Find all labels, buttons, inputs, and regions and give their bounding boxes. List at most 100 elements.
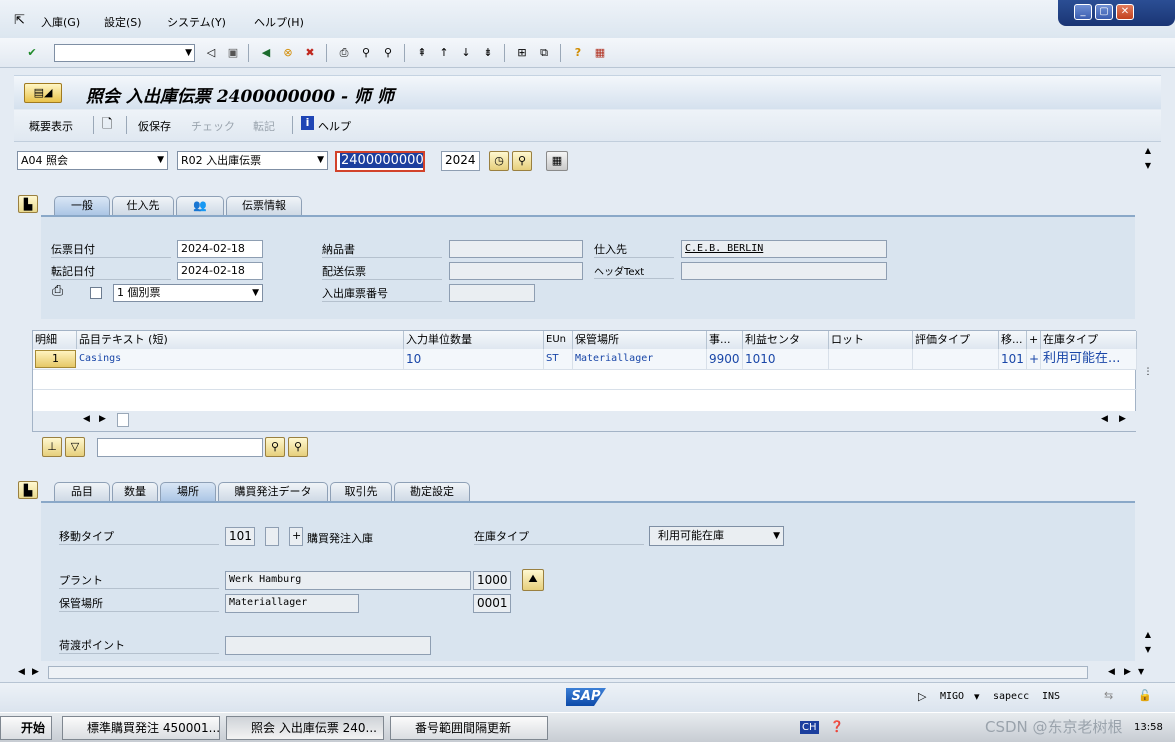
search-icon[interactable]: ⚲	[512, 151, 532, 171]
collapse-header-icon[interactable]: ▙	[18, 195, 38, 213]
chevron-down-icon[interactable]: ▼	[185, 45, 192, 61]
layout-icon[interactable]: ▦	[592, 45, 608, 61]
grid-header[interactable]: 品目テキスト (短)	[77, 331, 404, 349]
year-input[interactable]: 2024	[441, 151, 480, 171]
exit-icon[interactable]: ⊗	[280, 45, 296, 61]
sloc-field[interactable]: 0001	[473, 594, 511, 613]
unloading-point-field[interactable]	[225, 636, 431, 655]
grid-cell[interactable]: +	[1027, 349, 1041, 369]
execute-icon[interactable]: ◷	[489, 151, 509, 171]
grid-cell[interactable]: ST	[544, 349, 573, 369]
grid-cell[interactable]: Casings	[77, 349, 404, 369]
ime-help-icon[interactable]: ❓	[830, 720, 844, 733]
screen-menu-icon[interactable]: ▤◢	[24, 83, 62, 103]
scroll-right-icon[interactable]: ▶	[99, 414, 106, 424]
back-icon[interactable]: ◀	[258, 45, 274, 61]
shortcut-icon[interactable]: ⧉	[536, 45, 552, 61]
scroll-right-icon[interactable]: ▶	[32, 667, 39, 677]
tcode-dropdown-icon[interactable]: ▾	[974, 690, 980, 703]
new-doc-icon[interactable]: 🗋	[102, 115, 112, 137]
print-checkbox[interactable]	[90, 287, 102, 299]
grid-cell[interactable]: 利用可能在...	[1041, 349, 1137, 369]
scroll-thumb[interactable]	[48, 666, 1088, 679]
tab-doc-info[interactable]: 伝票情報	[226, 196, 302, 216]
grid-header[interactable]: 明細	[33, 331, 77, 349]
tab-account[interactable]: 勘定設定	[394, 482, 470, 502]
table-row[interactable]: 1 Casings 10 ST Materiallager 9900 1010 …	[33, 349, 1137, 369]
find-icon[interactable]: ⚲	[358, 45, 374, 61]
tab-material[interactable]: 品目	[54, 482, 110, 502]
menu-help[interactable]: ヘルプ(H)	[254, 14, 304, 30]
next-page-icon[interactable]: ↓	[458, 45, 474, 61]
action-select[interactable]: A04 照会 ▼	[17, 151, 168, 170]
grid-cell[interactable]: 1010	[743, 349, 829, 369]
find-next-icon[interactable]: ⚲	[288, 437, 308, 457]
scroll-thumb[interactable]	[117, 413, 129, 427]
gr-slip-field[interactable]	[449, 284, 535, 302]
menu-icon[interactable]: ⇱	[14, 13, 25, 28]
tab-po-data[interactable]: 購買発注データ	[218, 482, 328, 502]
delivery-note-field[interactable]	[449, 240, 583, 258]
grid-cell[interactable]: 10	[404, 349, 544, 369]
start-button[interactable]: 开始	[0, 716, 52, 740]
language-indicator[interactable]: CH	[800, 721, 819, 734]
task-number-range[interactable]: 番号範囲間隔更新	[390, 716, 548, 740]
scrollbar[interactable]: ▲ ▼	[1140, 146, 1156, 182]
post-button[interactable]: 転記	[253, 118, 275, 134]
save-icon[interactable]: ▣	[225, 45, 241, 61]
grid-header[interactable]: 入力単位数量	[404, 331, 544, 349]
item-number-button[interactable]: 1	[35, 350, 76, 368]
horizontal-scrollbar[interactable]: ◀ ▶ ◀ ▶ ▼	[14, 665, 1161, 681]
table-row[interactable]	[33, 369, 1137, 389]
grid-search-input[interactable]	[97, 438, 263, 457]
chevron-down-icon[interactable]: ▼	[317, 152, 324, 169]
bill-of-lading-field[interactable]	[449, 262, 583, 280]
grid-header[interactable]: +	[1027, 331, 1041, 349]
scroll-left-icon[interactable]: ◀	[83, 414, 90, 424]
chevron-down-icon[interactable]: ▼	[252, 285, 259, 301]
address-icon[interactable]: ⛰	[522, 569, 544, 591]
tab-vendor[interactable]: 仕入先	[112, 196, 174, 216]
mvt-indicator-field[interactable]	[265, 527, 279, 546]
grid-cell[interactable]	[829, 349, 913, 369]
grid-header[interactable]: 移...	[999, 331, 1027, 349]
scroll-left-icon[interactable]: ◀	[1101, 414, 1108, 424]
task-gr-display[interactable]: 照会 入出庫伝票 240...	[226, 716, 384, 740]
grid-header[interactable]: 在庫タイプ	[1041, 331, 1137, 349]
hold-button[interactable]: 仮保存	[138, 118, 171, 134]
new-session-icon[interactable]: ⊞	[514, 45, 530, 61]
filter-icon[interactable]: ▽	[65, 437, 85, 457]
check-button[interactable]: チェック	[191, 118, 235, 134]
grid-header[interactable]: 保管場所	[573, 331, 707, 349]
restore-icon[interactable]: ▢	[1095, 4, 1113, 20]
enter-icon[interactable]: ✔	[24, 45, 40, 61]
prev-page-icon[interactable]: ↑	[436, 45, 452, 61]
summary-button[interactable]: 概要表示	[29, 118, 73, 134]
table-icon[interactable]: ▦	[546, 151, 568, 171]
scrollbar[interactable]: ▲ ▼	[1140, 630, 1156, 666]
grid-cell[interactable]	[913, 349, 999, 369]
find-icon[interactable]: ⚲	[265, 437, 285, 457]
header-text-field[interactable]	[681, 262, 887, 280]
menu-system[interactable]: システム(Y)	[167, 14, 226, 30]
sloc-name-field[interactable]: Materiallager	[225, 594, 359, 613]
first-page-icon[interactable]: ⇞	[414, 45, 430, 61]
last-page-icon[interactable]: ⇟	[480, 45, 496, 61]
doc-date-field[interactable]: 2024-02-18	[177, 240, 263, 258]
tab-partners[interactable]: 👥	[176, 196, 224, 216]
plant-field[interactable]: 1000	[473, 571, 511, 590]
grid-cell[interactable]: Materiallager	[573, 349, 707, 369]
find-next-icon[interactable]: ⚲	[380, 45, 396, 61]
grid-header[interactable]: 事...	[707, 331, 743, 349]
horizontal-scrollbar[interactable]: ◀ ▶ ◀ ▶	[33, 411, 1137, 431]
task-po[interactable]: 標準購買発注 450001...	[62, 716, 220, 740]
grid-cell[interactable]: 9900	[707, 349, 743, 369]
grid-header[interactable]: ロット	[829, 331, 913, 349]
grid-cell[interactable]: 101	[999, 349, 1027, 369]
print-version-select[interactable]: 1 個別票 ▼	[113, 284, 263, 302]
cancel-icon[interactable]: ✖	[302, 45, 318, 61]
menu-settings[interactable]: 設定(S)	[104, 14, 142, 30]
plant-name-field[interactable]: Werk Hamburg	[225, 571, 471, 590]
stock-type-select[interactable]: 利用可能在庫 ▼	[649, 526, 784, 546]
close-icon[interactable]: ✕	[1116, 4, 1134, 20]
